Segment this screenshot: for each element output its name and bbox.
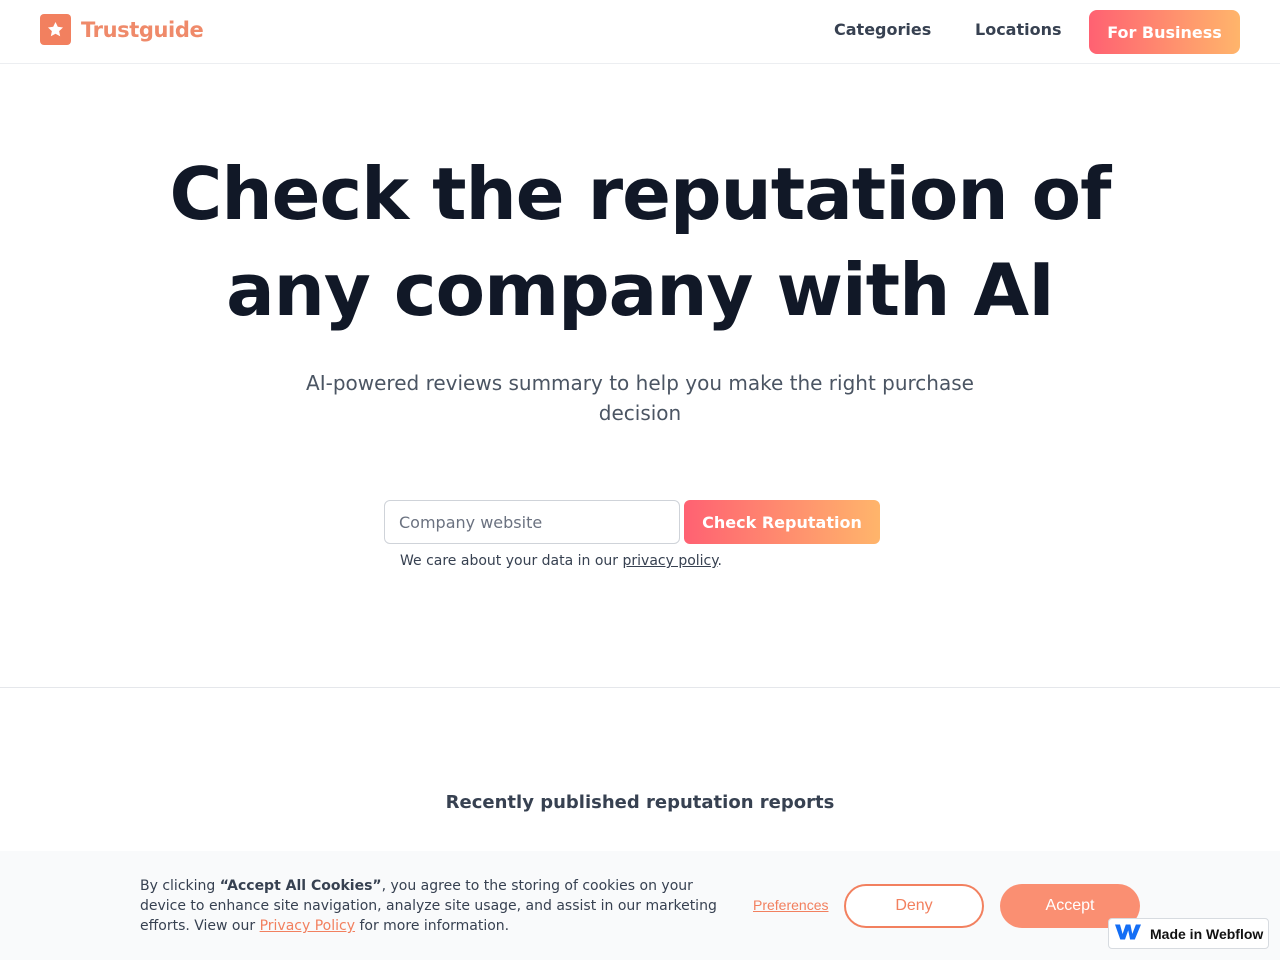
cookie-privacy-policy-link[interactable]: Privacy Policy	[260, 918, 355, 934]
hero-subtitle: AI-powered reviews summary to help you m…	[306, 371, 974, 425]
webflow-icon	[1115, 923, 1141, 945]
privacy-note: We care about your data in our privacy p…	[400, 553, 722, 569]
nav-locations[interactable]: Locations	[975, 20, 1062, 39]
cookie-text-prefix: By clicking	[140, 878, 220, 894]
cookie-text-suffix: for more information.	[355, 918, 510, 934]
preferences-button[interactable]: Preferences	[753, 897, 828, 913]
hero-title-line-2: any company with AI	[226, 248, 1055, 332]
hero-title-line-1: Check the reputation of	[169, 152, 1112, 236]
site-header: Trustguide Categories Locations For Busi…	[0, 0, 1280, 64]
hero-title: Check the reputation of any company with…	[140, 146, 1140, 338]
privacy-note-prefix: We care about your data in our	[400, 553, 623, 569]
cookie-banner: By clicking “Accept All Cookies”, you ag…	[0, 851, 1280, 960]
for-business-button[interactable]: For Business	[1089, 10, 1240, 54]
check-reputation-button[interactable]: Check Reputation	[684, 500, 880, 544]
cookie-text-bold: “Accept All Cookies”	[219, 878, 382, 894]
logo-link[interactable]: Trustguide	[40, 14, 204, 45]
nav-categories[interactable]: Categories	[834, 20, 931, 39]
webflow-badge-text: Made in Webflow	[1150, 925, 1264, 942]
star-icon	[40, 14, 71, 45]
cookie-text: By clicking “Accept All Cookies”, you ag…	[140, 876, 730, 936]
privacy-note-suffix: .	[717, 553, 722, 569]
privacy-policy-link[interactable]: privacy policy	[623, 553, 718, 569]
recent-reports-heading: Recently published reputation reports	[445, 792, 835, 813]
logo-text: Trustguide	[81, 17, 204, 42]
section-divider	[0, 687, 1280, 688]
deny-button[interactable]: Deny	[844, 884, 984, 928]
made-in-webflow-badge[interactable]: Made in Webflow	[1108, 918, 1269, 949]
company-website-input[interactable]	[384, 500, 680, 544]
